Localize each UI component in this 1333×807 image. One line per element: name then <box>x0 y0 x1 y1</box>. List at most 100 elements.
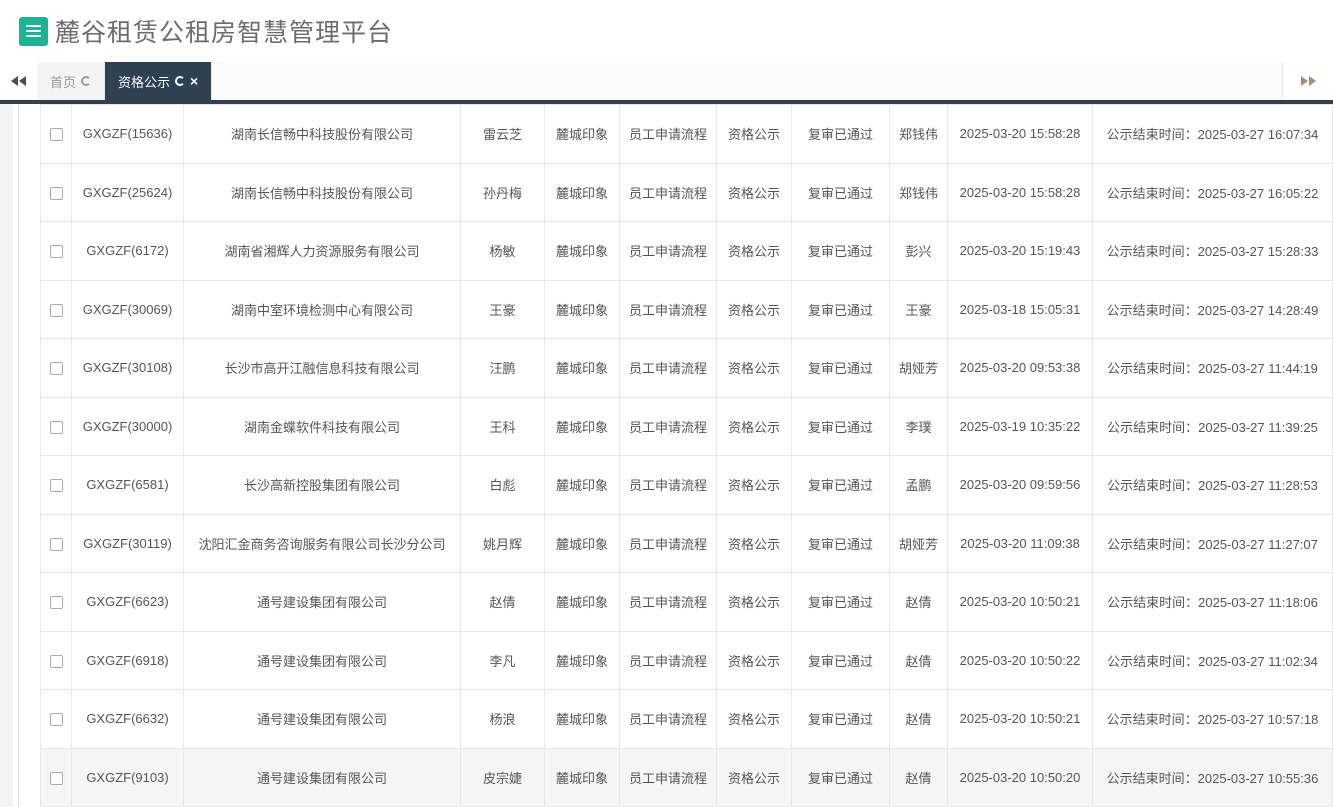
flow-node: 资格公示 <box>717 163 792 222</box>
row-checkbox[interactable] <box>50 128 63 141</box>
row-checkbox-cell <box>41 690 72 749</box>
tab-qualification-publicity[interactable]: 资格公示 × <box>105 62 212 100</box>
review-time: 2025-03-20 10:50:20 <box>948 748 1093 807</box>
application-id: GXGZF(6918) <box>72 631 184 690</box>
reviewer-name: 赵倩 <box>890 631 948 690</box>
publicity-end-time: 公示结束时间：2025-03-27 11:39:25 <box>1093 397 1333 456</box>
panel-left-border <box>18 104 19 807</box>
flow-node: 资格公示 <box>717 748 792 807</box>
page-title: 麓谷租赁公租房智慧管理平台 <box>55 13 393 49</box>
company-name: 沈阳汇金商务咨询服务有限公司长沙分公司 <box>184 514 461 573</box>
reviewer-name: 赵倩 <box>890 573 948 632</box>
flow-node: 资格公示 <box>717 631 792 690</box>
row-checkbox[interactable] <box>50 538 63 551</box>
row-checkbox[interactable] <box>50 421 63 434</box>
application-id: GXGZF(6632) <box>72 690 184 749</box>
table-row[interactable]: GXGZF(6632)通号建设集团有限公司杨浪麓城印象员工申请流程资格公示复审已… <box>41 690 1333 749</box>
publicity-end-time: 公示结束时间：2025-03-27 10:57:18 <box>1093 690 1333 749</box>
table-row[interactable]: GXGZF(6623)通号建设集团有限公司赵倩麓城印象员工申请流程资格公示复审已… <box>41 573 1333 632</box>
process-type: 员工申请流程 <box>620 690 717 749</box>
table-row[interactable]: GXGZF(25624)湖南长信畅中科技股份有限公司孙丹梅麓城印象员工申请流程资… <box>41 163 1333 222</box>
refresh-icon[interactable] <box>175 76 185 86</box>
review-time: 2025-03-20 15:58:28 <box>948 163 1093 222</box>
project-name: 麓城印象 <box>545 631 620 690</box>
application-id: GXGZF(15636) <box>72 105 184 164</box>
double-chevron-right-icon <box>1309 76 1316 86</box>
process-type: 员工申请流程 <box>620 456 717 515</box>
company-name: 通号建设集团有限公司 <box>184 748 461 807</box>
company-name: 通号建设集团有限公司 <box>184 573 461 632</box>
publicity-table: GXGZF(15636)湖南长信畅中科技股份有限公司雷云芝麓城印象员工申请流程资… <box>40 104 1333 807</box>
process-type: 员工申请流程 <box>620 514 717 573</box>
review-time: 2025-03-20 10:50:22 <box>948 631 1093 690</box>
review-status: 复审已通过 <box>792 690 890 749</box>
review-time: 2025-03-19 10:35:22 <box>948 397 1093 456</box>
hamburger-icon <box>26 30 41 32</box>
table-row[interactable]: GXGZF(30000)湖南金蝶软件科技有限公司王科麓城印象员工申请流程资格公示… <box>41 397 1333 456</box>
process-type: 员工申请流程 <box>620 397 717 456</box>
tabs-scroll-right-button[interactable] <box>1282 62 1333 100</box>
review-status: 复审已通过 <box>792 339 890 398</box>
project-name: 麓城印象 <box>545 105 620 164</box>
application-id: GXGZF(30000) <box>72 397 184 456</box>
process-type: 员工申请流程 <box>620 631 717 690</box>
table-row[interactable]: GXGZF(30119)沈阳汇金商务咨询服务有限公司长沙分公司姚月辉麓城印象员工… <box>41 514 1333 573</box>
row-checkbox[interactable] <box>50 245 63 258</box>
row-checkbox[interactable] <box>50 187 63 200</box>
review-status: 复审已通过 <box>792 222 890 281</box>
row-checkbox[interactable] <box>50 713 63 726</box>
reviewer-name: 彭兴 <box>890 222 948 281</box>
row-checkbox-cell <box>41 514 72 573</box>
row-checkbox[interactable] <box>50 304 63 317</box>
flow-node: 资格公示 <box>717 397 792 456</box>
table-row[interactable]: GXGZF(30108)长沙市高开江融信息科技有限公司汪鹏麓城印象员工申请流程资… <box>41 339 1333 398</box>
review-status: 复审已通过 <box>792 456 890 515</box>
review-time: 2025-03-20 09:53:38 <box>948 339 1093 398</box>
table-row[interactable]: GXGZF(30069)湖南中室环境检测中心有限公司王豪麓城印象员工申请流程资格… <box>41 280 1333 339</box>
reviewer-name: 郑钱伟 <box>890 163 948 222</box>
row-checkbox[interactable] <box>50 479 63 492</box>
company-name: 长沙市高开江融信息科技有限公司 <box>184 339 461 398</box>
table-row[interactable]: GXGZF(15636)湖南长信畅中科技股份有限公司雷云芝麓城印象员工申请流程资… <box>41 105 1333 164</box>
tab-label: 首页 <box>50 72 76 91</box>
applicant-name: 李凡 <box>461 631 545 690</box>
row-checkbox[interactable] <box>50 362 63 375</box>
row-checkbox[interactable] <box>50 772 63 785</box>
row-checkbox-cell <box>41 631 72 690</box>
row-checkbox[interactable] <box>50 655 63 668</box>
applicant-name: 皮宗婕 <box>461 748 545 807</box>
row-checkbox[interactable] <box>50 596 63 609</box>
close-icon[interactable]: × <box>190 74 198 88</box>
double-chevron-left-icon <box>19 76 26 86</box>
flow-node: 资格公示 <box>717 690 792 749</box>
refresh-icon[interactable] <box>81 76 91 86</box>
review-status: 复审已通过 <box>792 573 890 632</box>
app-header: 麓谷租赁公租房智慧管理平台 <box>0 0 1333 62</box>
tab-home[interactable]: 首页 <box>37 62 105 100</box>
row-checkbox-cell <box>41 397 72 456</box>
reviewer-name: 郑钱伟 <box>890 105 948 164</box>
review-time: 2025-03-20 09:59:56 <box>948 456 1093 515</box>
application-id: GXGZF(9103) <box>72 748 184 807</box>
row-checkbox-cell <box>41 456 72 515</box>
project-name: 麓城印象 <box>545 397 620 456</box>
review-status: 复审已通过 <box>792 631 890 690</box>
table-row[interactable]: GXGZF(6172)湖南省湘辉人力资源服务有限公司杨敏麓城印象员工申请流程资格… <box>41 222 1333 281</box>
hamburger-menu-button[interactable] <box>19 17 48 46</box>
publicity-end-time: 公示结束时间：2025-03-27 11:27:07 <box>1093 514 1333 573</box>
publicity-end-time: 公示结束时间：2025-03-27 16:07:34 <box>1093 105 1333 164</box>
table-row[interactable]: GXGZF(9103)通号建设集团有限公司皮宗婕麓城印象员工申请流程资格公示复审… <box>41 748 1333 807</box>
process-type: 员工申请流程 <box>620 748 717 807</box>
project-name: 麓城印象 <box>545 280 620 339</box>
project-name: 麓城印象 <box>545 748 620 807</box>
project-name: 麓城印象 <box>545 690 620 749</box>
row-checkbox-cell <box>41 573 72 632</box>
review-status: 复审已通过 <box>792 514 890 573</box>
table-row[interactable]: GXGZF(6918)通号建设集团有限公司李凡麓城印象员工申请流程资格公示复审已… <box>41 631 1333 690</box>
review-status: 复审已通过 <box>792 163 890 222</box>
project-name: 麓城印象 <box>545 222 620 281</box>
tabs-scroll-left-button[interactable] <box>0 62 37 100</box>
table-row[interactable]: GXGZF(6581)长沙高新控股集团有限公司白彪麓城印象员工申请流程资格公示复… <box>41 456 1333 515</box>
row-checkbox-cell <box>41 105 72 164</box>
project-name: 麓城印象 <box>545 514 620 573</box>
